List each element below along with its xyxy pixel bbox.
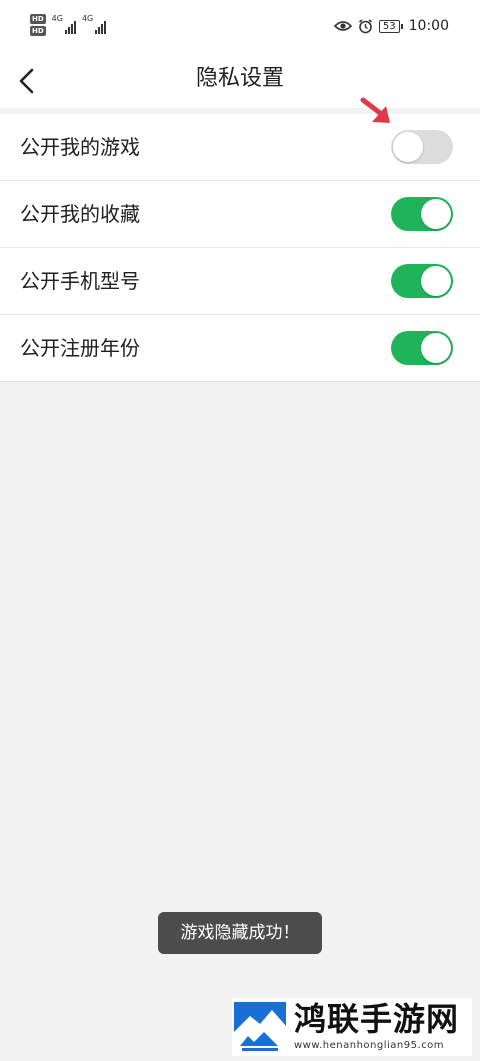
status-bar: HD HD 4G 4G 53 10:00 xyxy=(0,0,480,58)
page-title: 隐私设置 xyxy=(195,66,284,91)
watermark-url: www.henanhonglian95.com xyxy=(294,1040,445,1051)
status-time: 10:00 xyxy=(408,18,449,34)
setting-label: 公开我的收藏 xyxy=(20,202,140,226)
hd-stack: HD HD xyxy=(30,14,46,36)
setting-row-public-favorites: 公开我的收藏 xyxy=(0,181,480,248)
status-bar-right: 53 10:00 xyxy=(333,18,449,34)
setting-label: 公开手机型号 xyxy=(20,269,140,293)
app-header: 隐私设置 xyxy=(0,58,480,108)
toggle-knob xyxy=(421,266,451,296)
toggle-knob xyxy=(421,199,451,229)
status-bar-left: HD HD 4G 4G xyxy=(30,14,107,36)
red-arrow-icon xyxy=(360,97,390,123)
toggle-public-games[interactable] xyxy=(391,130,453,164)
battery-level: 53 xyxy=(378,19,400,33)
signal-icon-1: 4G xyxy=(52,14,76,34)
setting-row-public-phone-model: 公开手机型号 xyxy=(0,248,480,315)
signal-icon-2: 4G xyxy=(81,14,107,34)
hd-badge-2: HD xyxy=(30,26,46,36)
toggle-public-phone-model[interactable] xyxy=(391,264,453,298)
toggle-public-register-year[interactable] xyxy=(391,331,453,365)
battery-icon: 53 xyxy=(378,19,403,33)
toggle-public-favorites[interactable] xyxy=(391,197,453,231)
watermark-brand: 鸿联手游网 xyxy=(294,1000,460,1038)
signal-2-label: 4G xyxy=(81,14,94,23)
settings-list: 公开我的游戏 公开我的收藏 公开手机型号 公开注册年份 xyxy=(0,114,480,382)
watermark: 鸿联手游网 www.henanhonglian95.com xyxy=(232,998,472,1056)
setting-row-public-register-year: 公开注册年份 xyxy=(0,315,480,382)
brand-logo-icon xyxy=(234,1002,286,1054)
setting-row-public-games: 公开我的游戏 xyxy=(0,114,480,181)
eye-icon xyxy=(333,21,352,31)
toast-message: 游戏隐藏成功！ xyxy=(158,912,322,954)
hd-badge-1: HD xyxy=(30,14,46,24)
signal-1-label: 4G xyxy=(51,14,63,23)
setting-label: 公开注册年份 xyxy=(20,336,140,360)
toggle-knob xyxy=(393,132,423,162)
toggle-knob xyxy=(421,333,451,363)
setting-label: 公开我的游戏 xyxy=(20,135,140,159)
alarm-icon xyxy=(358,18,372,33)
